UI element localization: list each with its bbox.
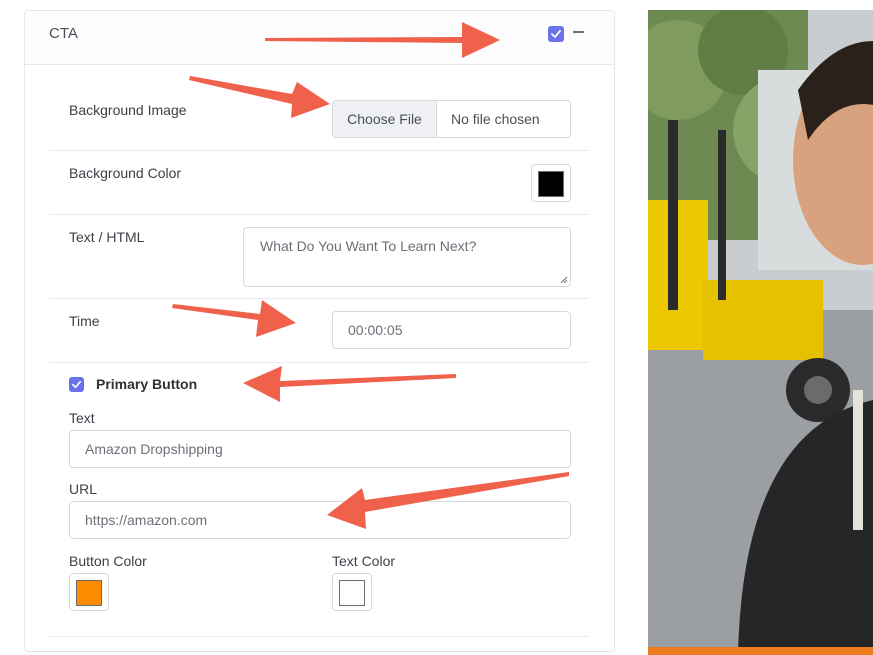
button-text-placeholder: Amazon Dropshipping [85,441,223,457]
check-icon [551,30,561,38]
background-color-picker[interactable] [531,164,571,202]
time-value: 00:00:05 [348,322,403,338]
divider [49,362,589,363]
url-label: URL [69,481,98,497]
divider [49,636,589,637]
button-color-picker[interactable] [69,573,109,611]
primary-button-checkbox[interactable] [69,377,84,392]
choose-file-button[interactable]: Choose File [333,101,437,137]
check-icon [72,380,81,389]
panel-title: CTA [49,25,78,42]
text-html-placeholder: What Do You Want To Learn Next? [260,238,477,254]
divider [49,298,589,299]
text-html-textarea[interactable]: What Do You Want To Learn Next? [243,227,571,287]
url-placeholder: https://amazon.com [85,512,208,528]
button-color-swatch [76,580,102,606]
button-color-label: Button Color [69,553,147,569]
panel-header: CTA [25,11,614,65]
enable-cta-checkbox[interactable] [548,26,564,42]
time-input[interactable]: 00:00:05 [332,311,571,349]
cta-settings-panel: CTA Background Image Choose File No file… [24,10,615,652]
resize-handle-icon[interactable] [560,276,568,284]
background-image-label: Background Image [69,102,187,118]
time-label: Time [69,313,100,329]
text-color-label: Text Color [332,553,396,569]
divider [49,214,589,215]
background-color-label: Background Color [69,165,182,181]
divider [49,150,589,151]
text-color-picker[interactable] [332,573,372,611]
button-text-label: Text [69,410,95,426]
video-preview-image [648,10,873,655]
background-color-swatch [538,171,564,197]
text-html-label: Text / HTML [69,229,145,245]
text-color-swatch [339,580,365,606]
url-input[interactable]: https://amazon.com [69,501,571,539]
primary-button-label: Primary Button [96,376,198,392]
button-text-input[interactable]: Amazon Dropshipping [69,430,571,468]
background-image-file-input[interactable]: Choose File No file chosen [332,100,571,138]
file-status-text: No file chosen [451,111,540,127]
collapse-minus-icon[interactable] [573,31,584,33]
